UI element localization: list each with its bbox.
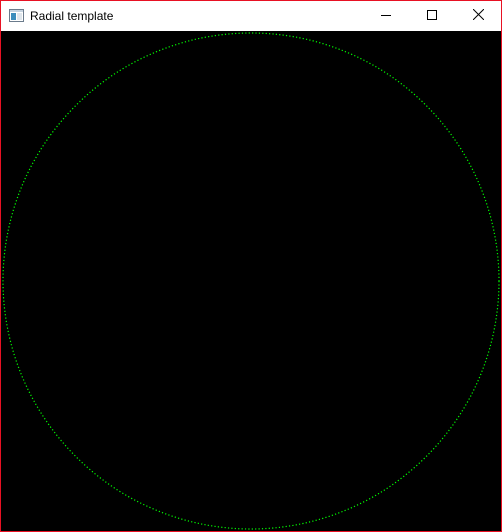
app-window-icon — [9, 9, 24, 22]
minimize-icon — [381, 7, 391, 25]
canvas-area[interactable] — [1, 31, 501, 531]
minimize-button[interactable] — [363, 1, 409, 31]
close-button[interactable] — [455, 1, 501, 31]
close-icon — [472, 7, 484, 25]
app-window: Radial template — [0, 0, 502, 532]
window-title: Radial template — [30, 9, 114, 23]
radial-canvas — [2, 32, 500, 530]
title-bar[interactable]: Radial template — [1, 1, 501, 31]
maximize-button[interactable] — [409, 1, 455, 31]
maximize-icon — [427, 7, 437, 25]
radial-circle — [2, 32, 500, 530]
